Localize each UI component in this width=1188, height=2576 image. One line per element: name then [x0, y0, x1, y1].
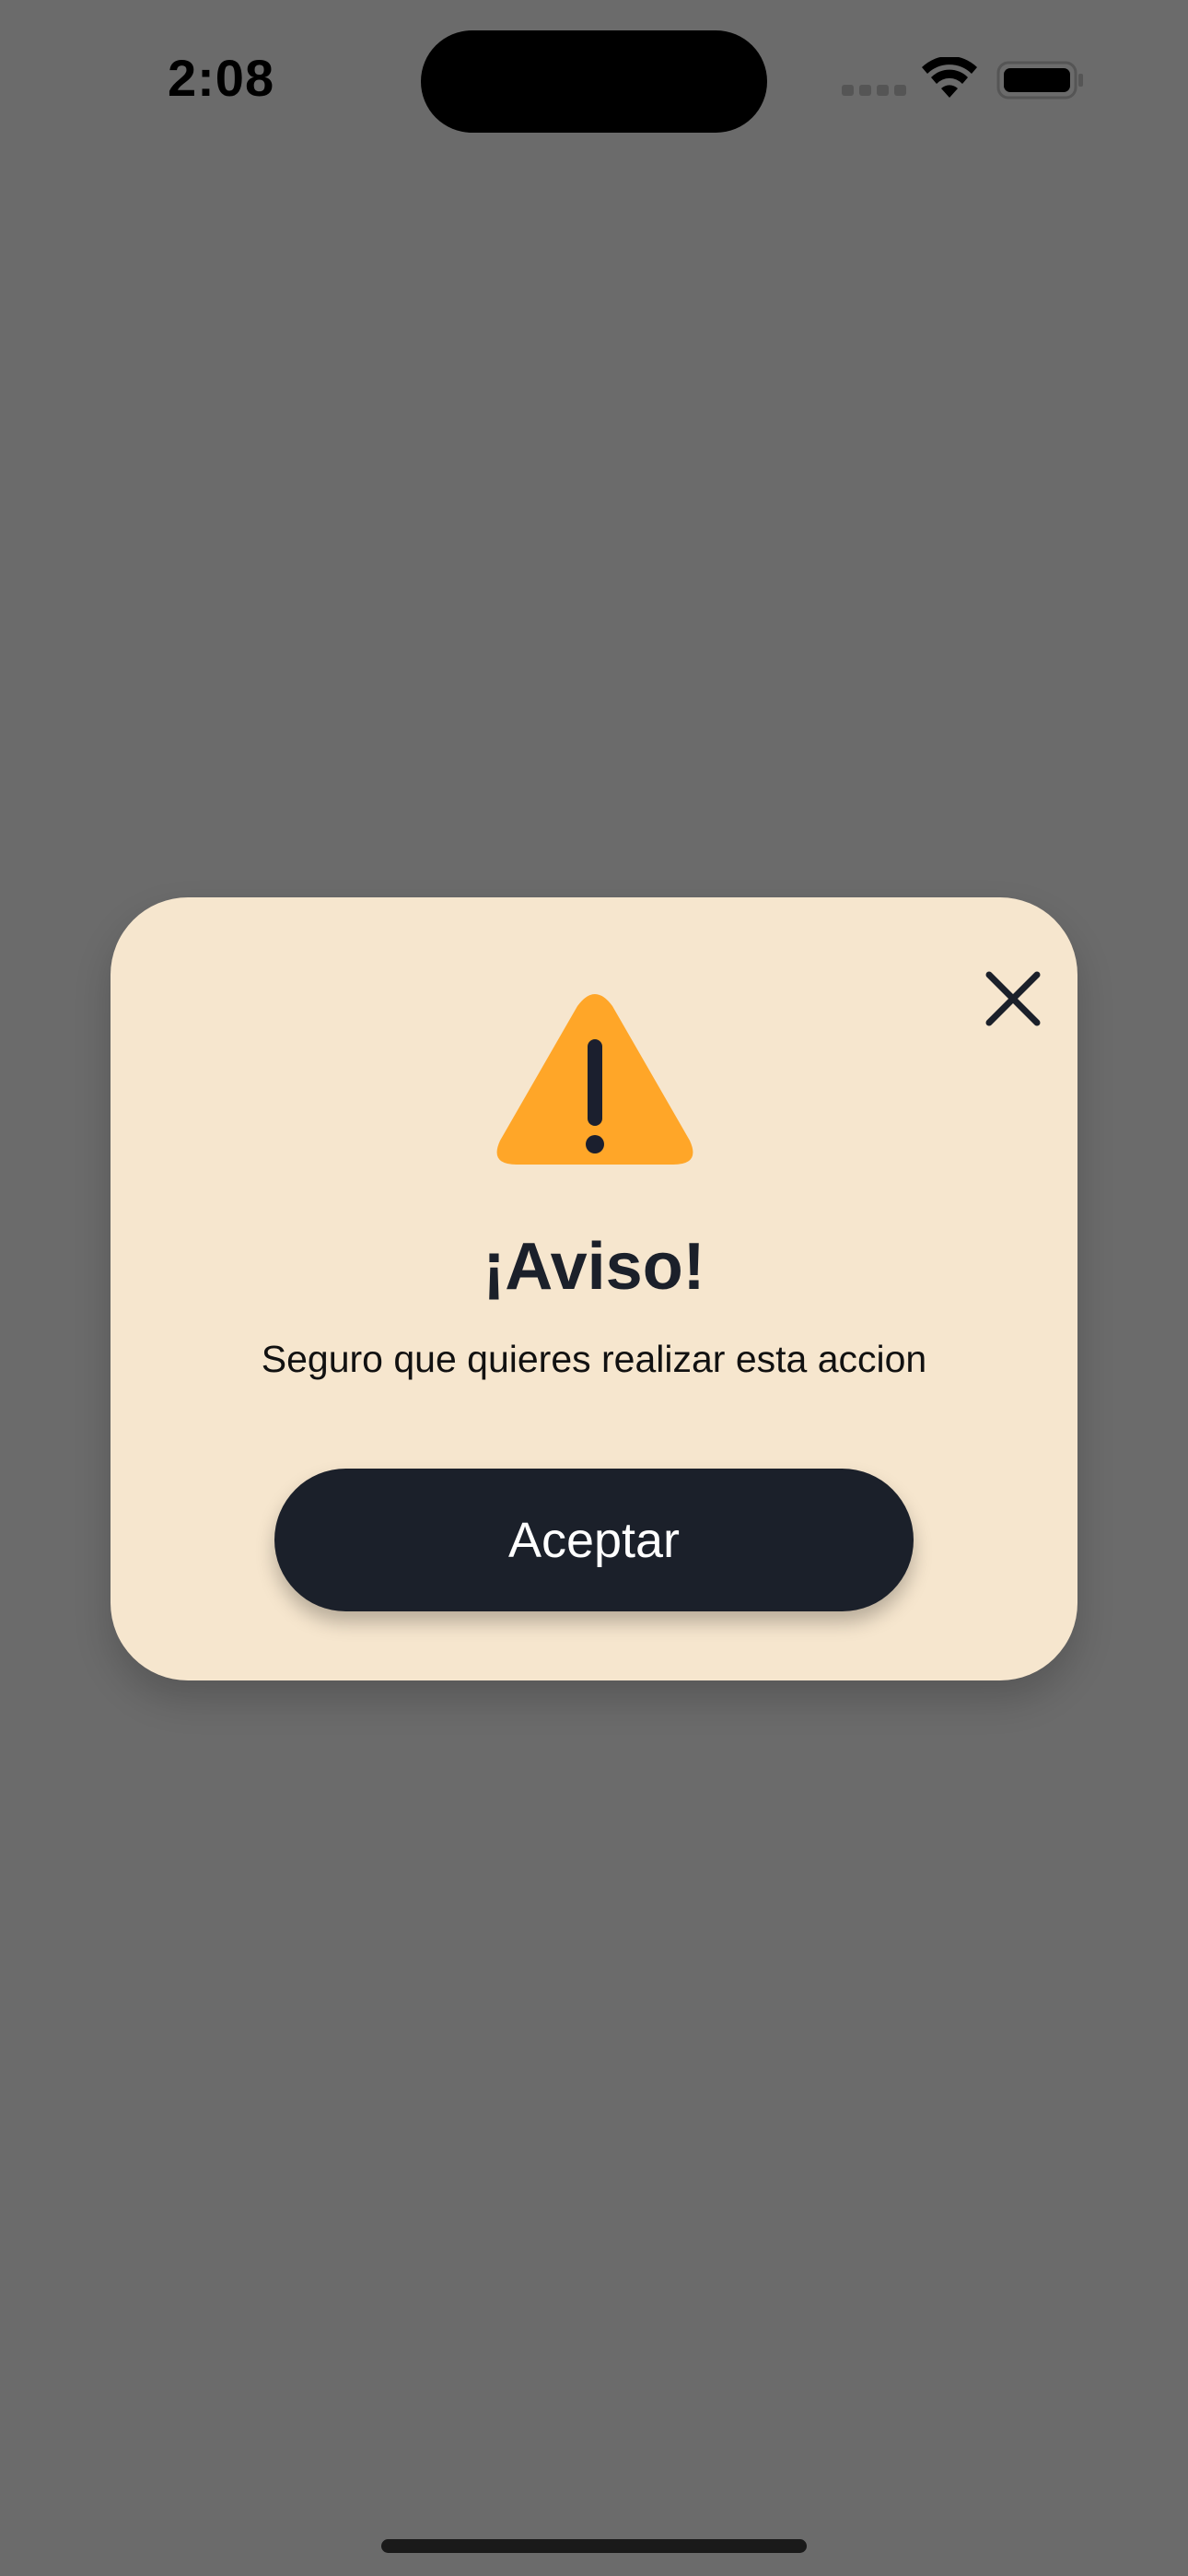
- dialog-title: ¡Aviso!: [483, 1230, 705, 1304]
- accept-button[interactable]: Aceptar: [274, 1469, 914, 1611]
- battery-icon: [996, 61, 1083, 100]
- alert-dialog: ¡Aviso! Seguro que quieres realizar esta…: [111, 897, 1077, 1680]
- cellular-signal-icon: [842, 85, 906, 98]
- warning-triangle-icon: [496, 994, 693, 1165]
- dialog-message: Seguro que quieres realizar esta accion: [261, 1338, 927, 1380]
- status-time: 2:08: [168, 49, 275, 107]
- home-indicator[interactable]: [381, 2539, 807, 2553]
- status-bar: 2:08: [0, 0, 1188, 157]
- dynamic-island: [421, 30, 767, 133]
- close-icon[interactable]: [967, 953, 1059, 1045]
- wifi-icon: [922, 57, 977, 98]
